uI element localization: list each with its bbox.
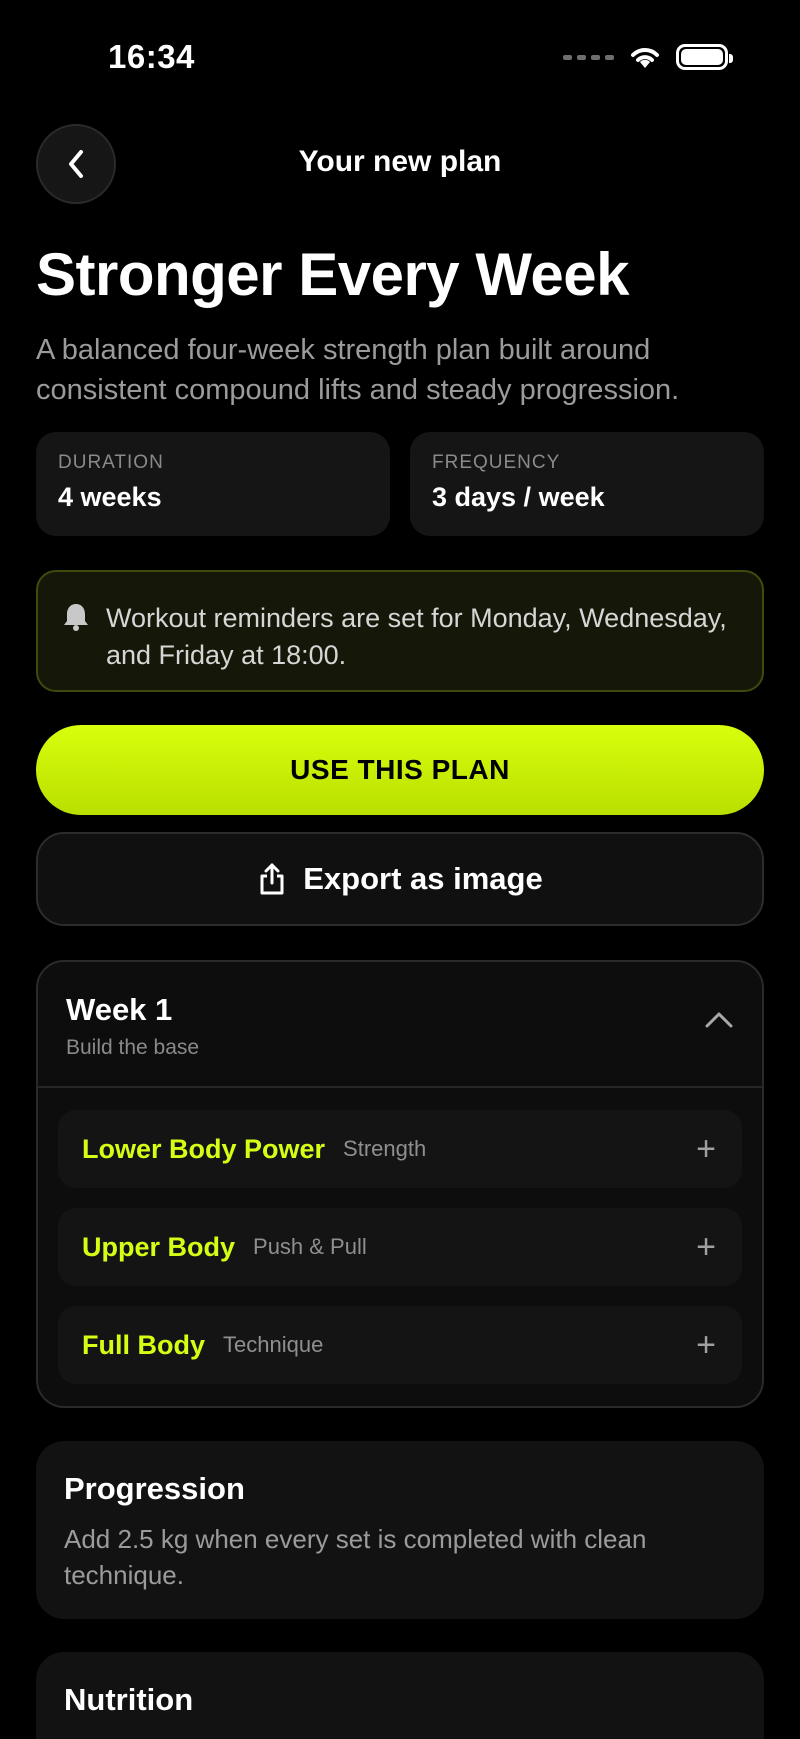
week-subtitle: Build the base: [66, 1036, 200, 1059]
workout-name: Full Body: [82, 1329, 205, 1360]
cellular-signal-icon: [563, 54, 614, 60]
status-time: 16:34: [108, 38, 195, 75]
use-plan-button[interactable]: USE THIS PLAN: [36, 725, 764, 815]
workout-row[interactable]: Upper Body Push & Pull +: [58, 1208, 742, 1286]
export-image-button[interactable]: Export as image: [36, 832, 764, 926]
duration-label: DURATION: [58, 452, 164, 473]
battery-icon: [676, 44, 733, 70]
plus-icon[interactable]: +: [696, 1132, 716, 1166]
workout-name: Lower Body Power: [82, 1133, 326, 1164]
week-card: Week 1 Build the base Lower Body Power S…: [36, 960, 764, 1408]
bell-icon: [64, 604, 88, 631]
plan-title: Stronger Every Week: [36, 241, 630, 308]
plus-icon[interactable]: +: [696, 1328, 716, 1362]
workout-tag: Push & Pull: [253, 1234, 367, 1259]
header-title: Your new plan: [298, 145, 502, 178]
week-header[interactable]: Week 1 Build the base: [38, 962, 762, 1088]
week-title: Week 1: [66, 992, 173, 1027]
workout-tag: Technique: [223, 1332, 324, 1357]
progression-card: Progression Add 2.5 kg when every set is…: [36, 1441, 764, 1619]
reminder-text: Workout reminders are set for Monday, We…: [106, 603, 727, 670]
nutrition-card: Nutrition: [36, 1652, 764, 1739]
workout-tag: Strength: [343, 1136, 427, 1161]
progression-body: Add 2.5 kg when every set is completed w…: [64, 1524, 647, 1590]
plus-icon[interactable]: +: [696, 1230, 716, 1264]
frequency-stat: FREQUENCY 3 days / week: [410, 432, 764, 536]
workout-row[interactable]: Lower Body Power Strength +: [58, 1110, 742, 1188]
workout-row[interactable]: Full Body Technique +: [58, 1306, 742, 1384]
export-label: Export as image: [303, 861, 543, 896]
frequency-label: FREQUENCY: [432, 452, 561, 473]
status-icons: [563, 44, 733, 70]
progression-title: Progression: [64, 1471, 245, 1506]
workout-name: Upper Body: [82, 1231, 236, 1262]
duration-value: 4 weeks: [58, 482, 162, 512]
wifi-icon: [631, 48, 659, 68]
plan-description: A balanced four-week strength plan built…: [36, 334, 680, 406]
duration-stat: DURATION 4 weeks: [36, 432, 390, 536]
chevron-up-icon[interactable]: [704, 1010, 734, 1030]
frequency-value: 3 days / week: [432, 482, 605, 512]
reminder-banner: Workout reminders are set for Monday, We…: [36, 570, 764, 692]
share-icon: [260, 863, 284, 895]
nutrition-title: Nutrition: [64, 1682, 194, 1717]
plan-screen: 16:34 Your new plan Stronger Every Week …: [0, 0, 800, 1739]
